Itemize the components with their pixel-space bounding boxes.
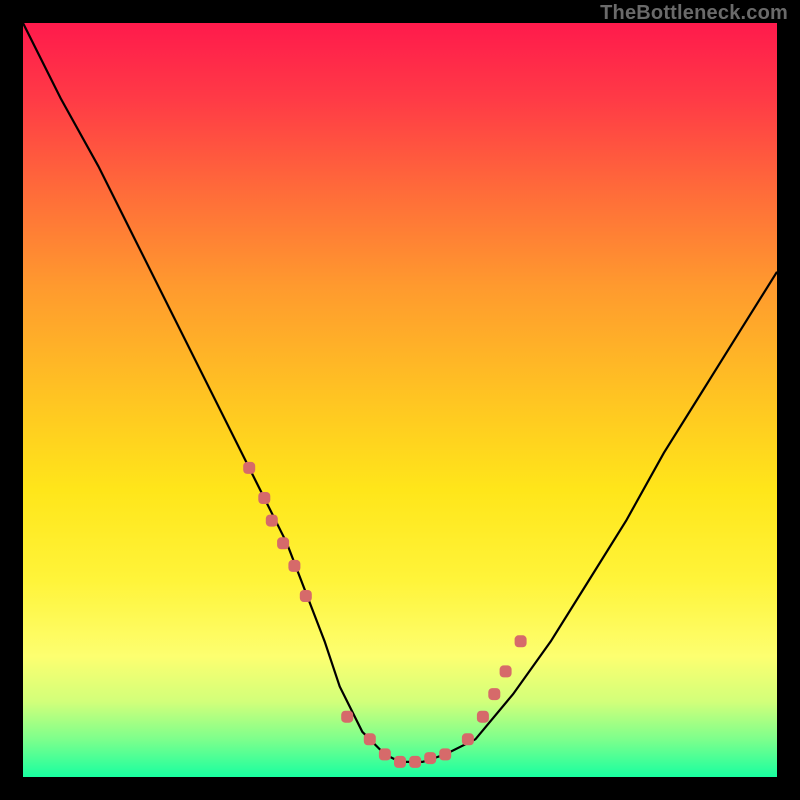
marker-point — [462, 733, 474, 745]
marker-point — [477, 711, 489, 723]
marker-point — [409, 756, 421, 768]
chart-plot-area — [23, 23, 777, 777]
marker-point — [364, 733, 376, 745]
marker-point — [515, 635, 527, 647]
chart-svg — [23, 23, 777, 777]
watermark-text: TheBottleneck.com — [600, 2, 788, 25]
marker-point — [243, 462, 255, 474]
marker-point — [488, 688, 500, 700]
marker-point — [379, 748, 391, 760]
marker-point — [439, 748, 451, 760]
marker-point — [266, 515, 278, 527]
marker-point — [341, 711, 353, 723]
highlighted-markers — [243, 462, 526, 768]
marker-point — [288, 560, 300, 572]
marker-point — [277, 537, 289, 549]
marker-point — [500, 665, 512, 677]
marker-point — [394, 756, 406, 768]
bottleneck-curve-line — [23, 23, 777, 762]
marker-point — [424, 752, 436, 764]
marker-point — [300, 590, 312, 602]
marker-point — [258, 492, 270, 504]
